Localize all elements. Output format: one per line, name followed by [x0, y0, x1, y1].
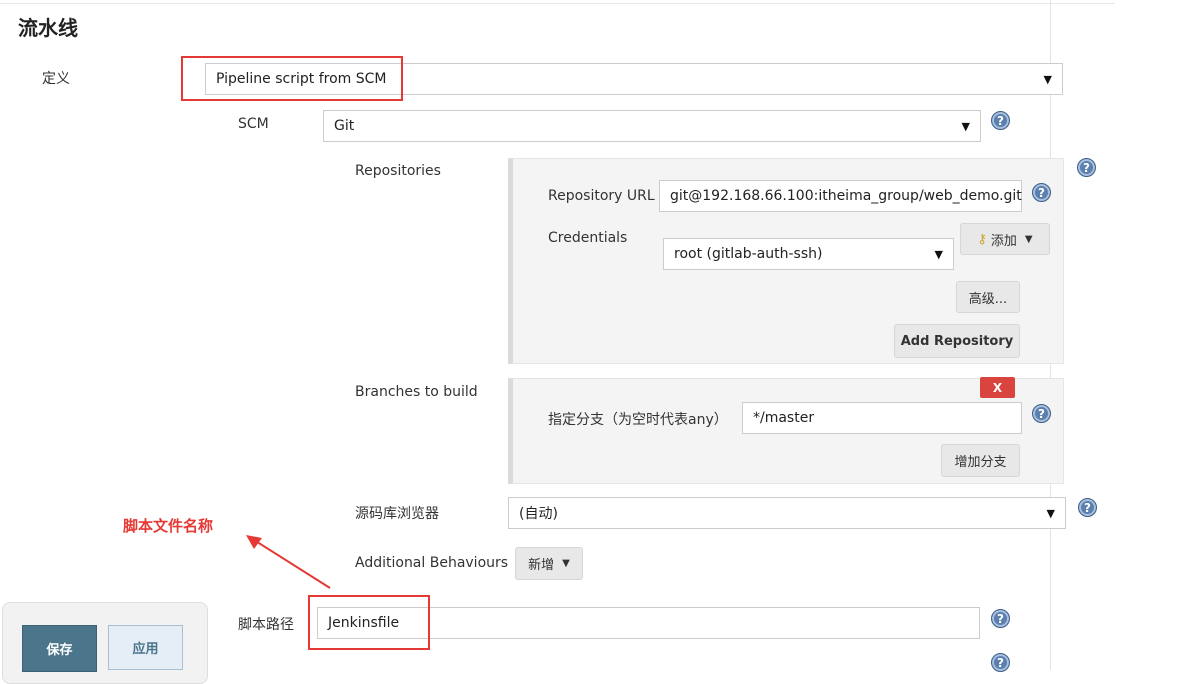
chevron-down-icon: ▼: [961, 120, 970, 133]
help-icon[interactable]: ?: [1032, 183, 1051, 202]
scm-label: SCM: [238, 116, 269, 132]
repository-url-input[interactable]: git@192.168.66.100:itheima_group/web_dem…: [659, 180, 1022, 212]
repository-url-value: git@192.168.66.100:itheima_group/web_dem…: [670, 188, 1022, 204]
scm-select[interactable]: Git ▼: [323, 110, 981, 142]
caret-down-icon: ▼: [1024, 233, 1033, 245]
apply-label: 应用: [132, 642, 159, 657]
branches-label: Branches to build: [355, 384, 478, 400]
definition-label: 定义: [42, 71, 70, 87]
help-icon[interactable]: ?: [991, 609, 1010, 628]
annotation-arrow: [246, 535, 331, 589]
definition-highlight: [181, 56, 403, 101]
add-credentials-button[interactable]: ⚷ 添加 ▼: [960, 223, 1050, 255]
advanced-label: 高级...: [968, 291, 1008, 307]
script-path-highlight: [308, 595, 430, 650]
branch-specifier-value: */master: [753, 410, 815, 426]
repository-browser-label: 源码库浏览器: [355, 506, 439, 522]
chevron-down-icon: ▼: [934, 248, 943, 261]
branch-specifier-label: 指定分支（为空时代表any）: [548, 412, 728, 428]
add-branch-label: 增加分支: [954, 455, 1007, 470]
script-path-label: 脚本路径: [238, 617, 294, 633]
add-repository-label: Add Repository: [900, 333, 1014, 349]
credentials-select-value: root (gitlab-auth-ssh): [674, 246, 823, 262]
credentials-label: Credentials: [548, 230, 628, 246]
chevron-down-icon: ▼: [1046, 507, 1055, 520]
apply-button[interactable]: 应用: [108, 625, 183, 670]
credentials-select[interactable]: root (gitlab-auth-ssh) ▼: [663, 238, 954, 270]
help-icon[interactable]: ?: [1032, 404, 1051, 423]
top-divider: [0, 3, 1115, 4]
help-icon[interactable]: ?: [1077, 158, 1096, 177]
repository-url-label: Repository URL: [548, 188, 655, 204]
add-credentials-label: 添加: [990, 233, 1017, 249]
branch-specifier-input[interactable]: */master: [742, 402, 1022, 434]
key-icon: ⚷: [977, 231, 987, 247]
close-icon: X: [992, 380, 1003, 395]
add-branch-button[interactable]: 增加分支: [941, 444, 1020, 477]
advanced-button[interactable]: 高级...: [956, 281, 1020, 313]
scm-select-value: Git: [334, 118, 355, 134]
delete-branch-button[interactable]: X: [980, 377, 1015, 398]
help-icon[interactable]: ?: [991, 111, 1010, 130]
save-label: 保存: [46, 643, 73, 658]
repositories-label: Repositories: [355, 163, 441, 179]
add-behaviour-button[interactable]: 新增 ▼: [515, 547, 583, 580]
help-icon[interactable]: ?: [1078, 498, 1097, 517]
repository-browser-select[interactable]: (自动) ▼: [508, 497, 1066, 529]
chevron-down-icon: ▼: [1043, 73, 1052, 86]
add-repository-button[interactable]: Add Repository: [894, 324, 1020, 358]
annotation-text: 脚本文件名称: [123, 517, 214, 535]
save-button[interactable]: 保存: [22, 625, 97, 672]
repository-browser-value: (自动): [519, 506, 558, 522]
additional-behaviours-label: Additional Behaviours: [355, 555, 509, 571]
caret-down-icon: ▼: [562, 558, 570, 569]
help-icon[interactable]: ?: [991, 653, 1010, 672]
section-title: 流水线: [18, 16, 78, 40]
add-behaviour-label: 新增: [528, 558, 555, 573]
